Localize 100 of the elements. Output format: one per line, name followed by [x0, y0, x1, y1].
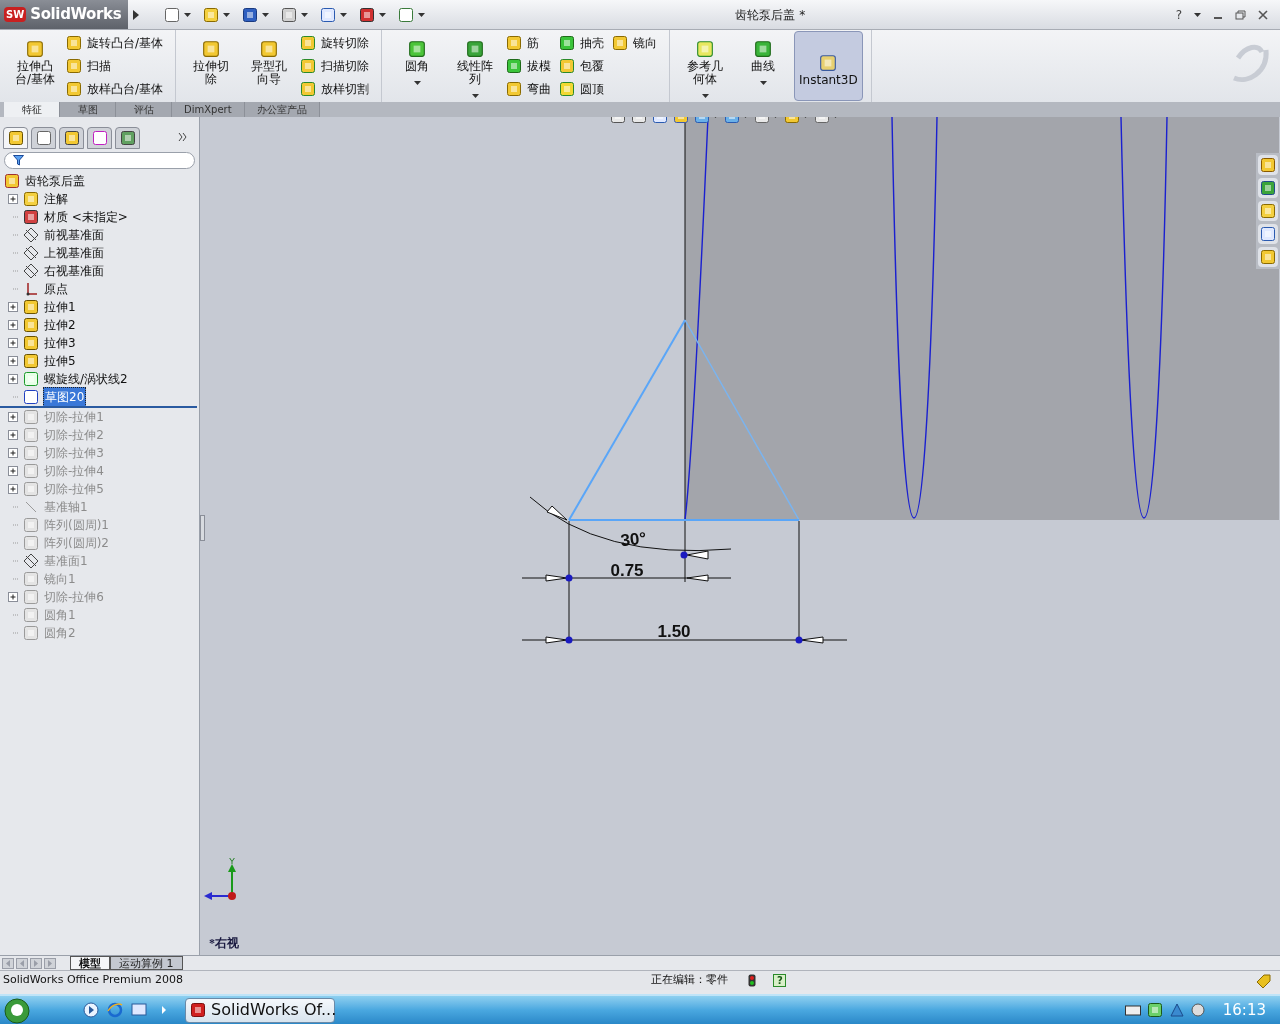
- filter-field[interactable]: [4, 152, 195, 169]
- expand-icon[interactable]: [8, 320, 18, 330]
- keyboard-icon[interactable]: [1124, 1004, 1141, 1016]
- tree-item[interactable]: 前视基准面: [43, 226, 105, 244]
- caret-icon: [413, 81, 421, 85]
- command-button[interactable]: 放样切割: [300, 80, 374, 98]
- command-tab[interactable]: DimXpert: [172, 102, 245, 117]
- command-button[interactable]: 旋转凸台/基体: [66, 34, 168, 52]
- expand-icon[interactable]: [8, 592, 18, 602]
- command-button[interactable]: 筋: [506, 34, 556, 52]
- caret-icon: [340, 12, 347, 17]
- dimension-text[interactable]: 30°: [619, 528, 648, 551]
- command-button[interactable]: 包覆: [559, 57, 609, 75]
- sketch-point: [795, 636, 803, 644]
- caret-icon: [262, 12, 269, 17]
- chevron-right-icon[interactable]: [161, 1006, 167, 1014]
- view-name: *右视: [209, 935, 239, 952]
- splitter-handle[interactable]: [200, 515, 205, 541]
- command-button[interactable]: 拉伸切除: [184, 31, 239, 101]
- command-button[interactable]: 拉伸凸台/基体: [8, 31, 62, 101]
- panel-tab[interactable]: [31, 127, 56, 149]
- tree-item[interactable]: 螺旋线/涡状线2: [43, 370, 129, 388]
- expand-icon[interactable]: [8, 194, 18, 204]
- toolbar-button[interactable]: [164, 6, 191, 23]
- command-button[interactable]: 异型孔向导: [242, 31, 297, 101]
- tree-item[interactable]: 草图20: [43, 387, 87, 407]
- command-button[interactable]: 圆角: [390, 31, 445, 101]
- toolbar-button[interactable]: [281, 6, 308, 23]
- dimension-text[interactable]: 1.50: [657, 622, 691, 641]
- axis-triad-drawing: [204, 864, 236, 900]
- expand-icon[interactable]: [8, 302, 18, 312]
- close-icon[interactable]: [1258, 9, 1268, 20]
- status-text: SolidWorks Office Premium 2008: [3, 972, 183, 989]
- expand-icon[interactable]: [8, 484, 18, 494]
- command-button[interactable]: 参考几何体: [678, 31, 733, 101]
- tree-root[interactable]: 齿轮泵后盖: [25, 172, 85, 190]
- expand-icon[interactable]: [8, 412, 18, 422]
- window-title: 齿轮泵后盖 *: [735, 6, 806, 24]
- command-button[interactable]: 扫描: [66, 57, 168, 75]
- model-tab[interactable]: 模型: [70, 956, 110, 970]
- tree-item[interactable]: 右视基准面: [43, 262, 105, 280]
- start-button-icon[interactable]: [1, 996, 33, 1024]
- expand-icon[interactable]: [8, 448, 18, 458]
- browser-icon[interactable]: [107, 1002, 123, 1018]
- model-tab[interactable]: 运动算例 1: [110, 956, 183, 970]
- sketch-point: [565, 636, 573, 644]
- help-button[interactable]: ?: [773, 974, 787, 987]
- extension-line: [684, 520, 686, 583]
- tree-item[interactable]: 拉伸1: [43, 298, 77, 316]
- expand-icon[interactable]: [8, 466, 18, 476]
- panel-tab[interactable]: [115, 127, 140, 149]
- toolbar-button[interactable]: [359, 6, 386, 23]
- sketch-point: [680, 551, 688, 559]
- restore-icon[interactable]: [1235, 9, 1246, 20]
- tree-item[interactable]: 拉伸2: [43, 316, 77, 334]
- desktop-icon[interactable]: [131, 1002, 147, 1018]
- help-button[interactable]: ?: [1175, 5, 1182, 24]
- tree-item[interactable]: 材质 <未指定>: [43, 208, 129, 226]
- command-button[interactable]: 抽壳: [559, 34, 609, 52]
- tree-item[interactable]: 上视基准面: [43, 244, 105, 262]
- command-button[interactable]: 圆顶: [559, 80, 609, 98]
- tree-item[interactable]: 拉伸3: [43, 334, 77, 352]
- panel-tab[interactable]: [3, 127, 28, 149]
- filter-icon: [13, 155, 24, 166]
- taskbar-button[interactable]: SolidWorks Of...: [185, 997, 335, 1023]
- toolbar-button[interactable]: [398, 6, 425, 23]
- dimension-text[interactable]: 0.75: [610, 561, 644, 580]
- command-button[interactable]: 镜向: [612, 34, 662, 52]
- command-tab[interactable]: 草图: [60, 102, 116, 117]
- panel-tab[interactable]: [87, 127, 112, 149]
- tag-icon: [1255, 973, 1271, 988]
- command-button[interactable]: 旋转切除: [300, 34, 374, 52]
- command-button[interactable]: 曲线: [736, 31, 791, 101]
- chevron-right-icon[interactable]: [178, 133, 188, 141]
- plane-icon: [23, 263, 39, 279]
- caret-icon: [223, 12, 230, 17]
- tree-item[interactable]: 原点: [43, 280, 69, 298]
- panel-tab[interactable]: [59, 127, 84, 149]
- media-player-icon[interactable]: [83, 1002, 99, 1018]
- command-button[interactable]: 扫描切除: [300, 57, 374, 75]
- expand-icon[interactable]: [8, 430, 18, 440]
- tree-item[interactable]: 注解: [43, 190, 69, 208]
- command-tab[interactable]: 办公室产品: [244, 102, 320, 117]
- expand-icon[interactable]: [8, 374, 18, 384]
- tree-item[interactable]: 拉伸5: [43, 352, 77, 370]
- command-button[interactable]: 放样凸台/基体: [66, 80, 168, 98]
- command-button[interactable]: 拔模: [506, 57, 556, 75]
- command-tab[interactable]: 特征: [4, 102, 60, 117]
- command-tab[interactable]: 评估: [116, 102, 172, 117]
- toolbar-button[interactable]: [242, 6, 269, 23]
- expand-arrow-icon[interactable]: [132, 9, 140, 20]
- toolbar-button[interactable]: [203, 6, 230, 23]
- command-button[interactable]: Instant3D: [794, 31, 863, 101]
- expand-icon[interactable]: [8, 338, 18, 348]
- toolbar-button[interactable]: [320, 6, 347, 23]
- command-button[interactable]: 弯曲: [506, 80, 556, 98]
- caret-icon: [701, 94, 709, 98]
- expand-icon[interactable]: [8, 356, 18, 366]
- command-button[interactable]: 线性阵列: [448, 31, 503, 101]
- caret-icon: [184, 12, 191, 17]
